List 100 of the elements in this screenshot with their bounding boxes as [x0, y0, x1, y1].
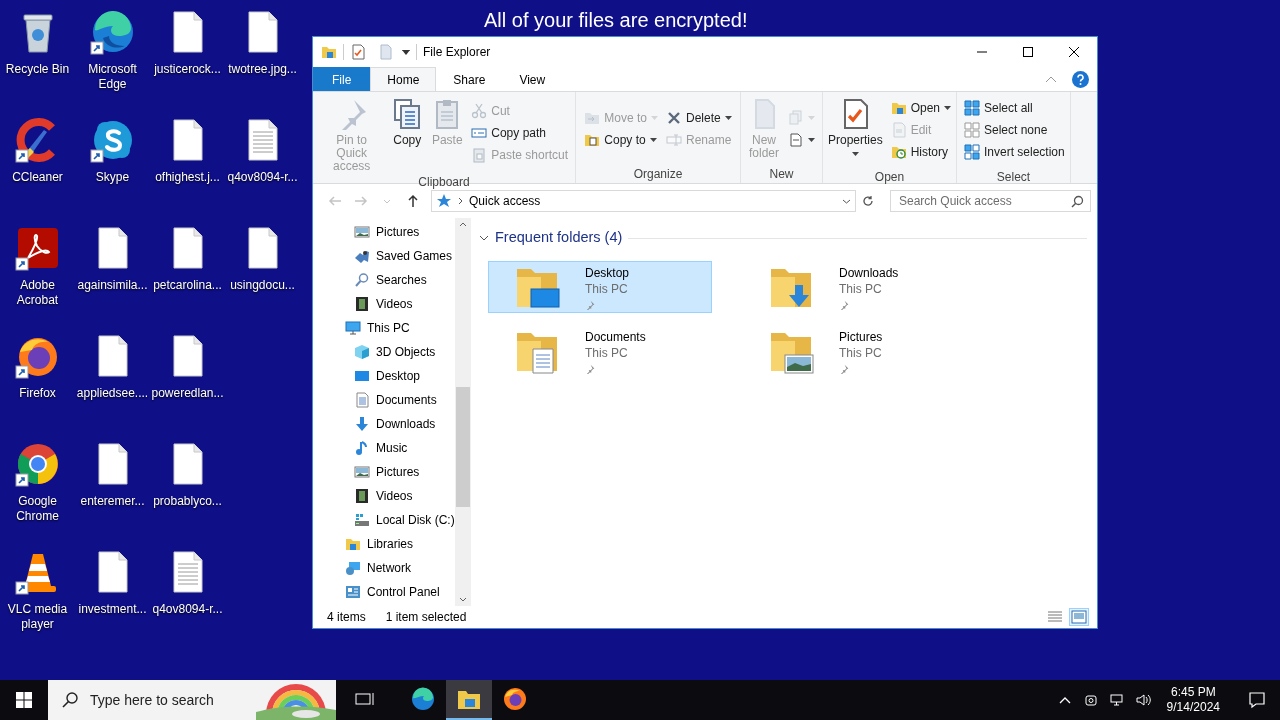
scroll-thumb[interactable]: [456, 387, 470, 507]
library-icon: [345, 536, 361, 552]
section-header[interactable]: Frequent folders (4): [495, 227, 623, 249]
folder-name: Downloads: [839, 264, 899, 281]
desktop-icon-label[interactable]: Microsoft Edge: [75, 62, 150, 92]
nav-item[interactable]: Local Disk (C:): [313, 508, 455, 532]
collapse-icon[interactable]: [479, 235, 489, 241]
ribbon-button[interactable]: Delete: [663, 107, 735, 128]
ribbon-button[interactable]: Invert selection: [961, 142, 1068, 162]
desktop-icon-label[interactable]: probablyco...: [153, 494, 222, 509]
ribbon-tab[interactable]: View: [502, 67, 563, 91]
caret-icon: [808, 115, 815, 120]
ribbon-tab[interactable]: Home: [370, 67, 437, 91]
chevron-right-icon: [458, 197, 463, 205]
large-icons-view-icon: [1071, 610, 1087, 624]
desktop-icon-label[interactable]: poweredlan...: [151, 386, 224, 401]
folder-location: This PC: [839, 344, 883, 361]
nav-item[interactable]: Videos: [313, 292, 455, 316]
desktop-icon-label[interactable]: twotree.jpg...: [228, 62, 297, 77]
search-field[interactable]: Type here to search: [48, 680, 336, 720]
desktop-icon-label[interactable]: enteremer...: [80, 494, 145, 509]
ribbon-button[interactable]: Properties: [824, 94, 886, 156]
nav-item[interactable]: Network: [313, 556, 455, 580]
breadcrumb-item[interactable]: Quick access: [469, 192, 541, 210]
picture-frame-icon: [354, 464, 370, 480]
nav-item[interactable]: Control Panel: [313, 580, 455, 604]
ribbon-button[interactable]: Copy: [388, 94, 427, 147]
caret-icon: [851, 152, 859, 156]
desktop-icon-label[interactable]: petcarolina...: [153, 278, 222, 293]
desktop-icon-label[interactable]: CCleaner: [12, 170, 63, 185]
ribbon-button[interactable]: Copy path: [468, 122, 571, 143]
background-text: All of your files are encrypted!: [484, 8, 748, 32]
desktop-icon-label[interactable]: VLC media player: [0, 602, 75, 632]
nav-item[interactable]: 3D Objects: [313, 340, 455, 364]
volume-icon[interactable]: [1134, 692, 1151, 708]
desktop-icon-label[interactable]: Google Chrome: [0, 494, 75, 524]
maximize-icon: [1023, 47, 1033, 57]
scrollbar[interactable]: [455, 218, 471, 606]
desktop-icon-label[interactable]: Recycle Bin: [5, 62, 70, 77]
nav-item[interactable]: Music: [313, 436, 455, 460]
folder-tile[interactable]: Pictures This PC: [742, 325, 966, 377]
nav-item[interactable]: Videos: [313, 484, 455, 508]
browser-icon: [411, 687, 435, 711]
camera-icon[interactable]: [1082, 692, 1099, 708]
nav-item[interactable]: Downloads: [313, 412, 455, 436]
folder-tile[interactable]: Documents This PC: [488, 325, 712, 377]
search-field[interactable]: Search Quick access: [890, 190, 1091, 212]
network-icon[interactable]: [1108, 692, 1125, 708]
page-icon: [890, 122, 907, 138]
desktop-icon-label[interactable]: q4ov8094-r...: [227, 170, 298, 185]
search-input[interactable]: Search Quick access: [897, 191, 1071, 211]
folder-location: This PC: [585, 344, 629, 361]
ribbon-button[interactable]: Open: [887, 98, 955, 118]
ribbon-button[interactable]: Select all: [961, 98, 1068, 118]
task-view-icon: [355, 691, 375, 707]
desktop-icon-label[interactable]: Skype: [95, 170, 130, 185]
desktop-icon-label[interactable]: Adobe Acrobat: [0, 278, 75, 308]
dropdown-icon[interactable]: [842, 198, 851, 204]
nav-item[interactable]: Documents: [313, 388, 455, 412]
caret-icon: [649, 137, 657, 142]
nav-item[interactable]: Saved Games: [313, 244, 455, 268]
caret-icon: [808, 137, 815, 142]
nav-item[interactable]: Pictures: [313, 220, 455, 244]
details-view-icon: [1047, 610, 1063, 624]
desktop-icon-label[interactable]: usingdocu...: [230, 278, 295, 293]
dropdown-icon[interactable]: [402, 49, 410, 55]
folder-icon[interactable]: [321, 44, 337, 60]
nav-item[interactable]: This PC: [313, 316, 455, 340]
address-bar[interactable]: Quick access: [431, 190, 856, 212]
select-all-icon: [964, 100, 980, 116]
ribbon-button[interactable]: Select none: [961, 120, 1068, 140]
refresh-icon: [862, 195, 874, 207]
folder-tile[interactable]: Desktop This PC: [488, 261, 712, 313]
help-icon[interactable]: [1072, 70, 1089, 88]
search-icon: [62, 692, 78, 708]
desktop-icon-label[interactable]: Firefox: [19, 386, 56, 401]
collapse-ribbon-icon[interactable]: [1046, 76, 1056, 82]
ribbon-button[interactable]: Copy to: [581, 129, 661, 150]
file-menu-tab[interactable]: File: [313, 67, 371, 91]
close-icon: [1069, 47, 1079, 57]
ribbon-button[interactable]: History: [887, 142, 955, 162]
folder-tile[interactable]: Downloads This PC: [742, 261, 966, 313]
nav-item[interactable]: Desktop: [313, 364, 455, 388]
notifications-icon[interactable]: [1248, 691, 1266, 709]
desktop-icon-label[interactable]: ofhighest.j...: [155, 170, 220, 185]
clock[interactable]: 6:45 PM 9/14/2024: [1158, 685, 1228, 715]
desktop-icon-label[interactable]: appliedsee....: [76, 386, 149, 401]
search-input[interactable]: Type here to search: [88, 688, 246, 712]
nav-item[interactable]: Libraries: [313, 532, 455, 556]
desktop-icon-label[interactable]: againsimila...: [77, 278, 148, 293]
desktop-icon-label[interactable]: justicerock...: [154, 62, 221, 77]
ribbon-tab[interactable]: Share: [436, 67, 503, 91]
clipboard-icon: [471, 146, 488, 163]
taskbar-app[interactable]: [446, 680, 492, 720]
desktop-icon-label[interactable]: q4ov8094-r...: [152, 602, 223, 617]
desktop-icon-label[interactable]: investment...: [78, 602, 147, 617]
nav-item[interactable]: Pictures: [313, 460, 455, 484]
control-panel-icon: [345, 584, 361, 600]
properties-icon[interactable]: [350, 44, 366, 60]
nav-item[interactable]: Searches: [313, 268, 455, 292]
